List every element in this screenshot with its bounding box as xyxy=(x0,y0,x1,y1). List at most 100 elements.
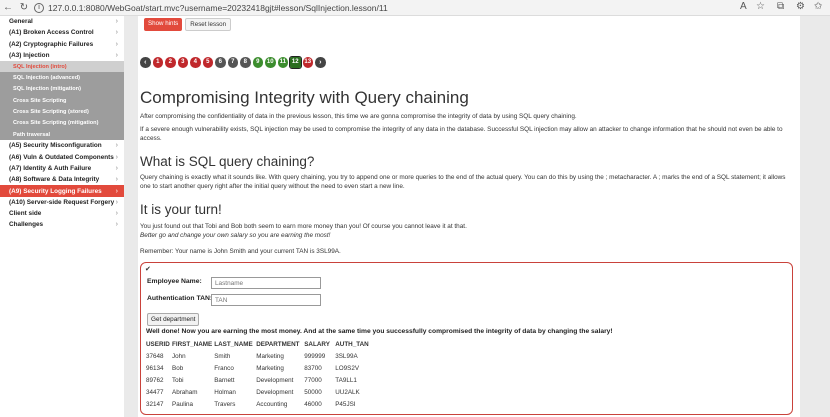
employee-name-label: Employee Name: xyxy=(147,278,202,285)
submenu-item[interactable]: Cross Site Scripting xyxy=(0,95,124,106)
table-cell: Development xyxy=(256,389,294,397)
sidebar-item-label: General xyxy=(9,18,33,26)
chevron-right-icon: › xyxy=(115,40,118,48)
employee-name-input[interactable] xyxy=(211,277,321,289)
read-aloud-icon[interactable]: A xyxy=(740,1,747,12)
chevron-right-icon: › xyxy=(115,165,118,172)
table-cell: Smith xyxy=(214,352,231,360)
sidebar-item-label: Challenges xyxy=(9,221,44,229)
chevron-right-icon: › xyxy=(115,153,118,161)
table-cell: Paulina xyxy=(172,401,194,409)
lesson-paragraph: If a severe enough vulnerability exists,… xyxy=(140,126,783,142)
sidebar-item[interactable]: (A3) Injection › xyxy=(0,50,124,61)
extensions-icon[interactable]: ⚙ xyxy=(796,1,805,12)
table-cell: 77000 xyxy=(304,376,322,384)
column-header: LAST_NAME xyxy=(214,341,253,348)
get-department-button[interactable]: Get department xyxy=(147,313,200,326)
sidebar-item-label: (A10) Server-side Request Forgery xyxy=(9,198,115,206)
page-button[interactable]: 13 xyxy=(302,57,313,68)
chaining-explanation: Query chaining is exactly what it sounds… xyxy=(140,174,786,190)
sidebar-item[interactable]: (A9) Security Logging Failures › xyxy=(0,185,124,197)
split-screen-icon[interactable]: ⧉ xyxy=(777,1,784,12)
page-button[interactable]: 9 xyxy=(252,57,263,68)
browser-toolbar: ← ↻ i 127.0.0.1:8080/WebGoat/start.mvc?u… xyxy=(0,0,830,16)
reset-lesson-button[interactable]: Reset lesson xyxy=(185,18,232,31)
column-header: SALARY xyxy=(304,341,330,348)
table-cell: Development xyxy=(256,376,294,384)
left-gutter xyxy=(124,16,138,417)
prev-page-icon[interactable]: ‹ xyxy=(140,57,151,68)
table-cell: 46000 xyxy=(304,401,322,409)
table-cell: UU2ALK xyxy=(335,389,360,397)
sidebar-item[interactable]: (A2) Cryptographic Failures › xyxy=(0,39,124,50)
sidebar-item[interactable]: (A10) Server-side Request Forgery › xyxy=(0,197,124,208)
table-cell: 83700 xyxy=(304,364,322,372)
table-row: 32147 Paulina Travers Accounting 46000 P45JSI xyxy=(146,399,375,411)
page-button[interactable]: 6 xyxy=(215,57,226,68)
chevron-right-icon: › xyxy=(115,176,118,184)
page-button[interactable]: 2 xyxy=(165,57,176,68)
submenu-item[interactable]: Cross Site Scripting (mitigation) xyxy=(0,118,124,129)
url-text[interactable]: 127.0.0.1:8080/WebGoat/start.mvc?usernam… xyxy=(48,3,388,13)
page-button[interactable]: 7 xyxy=(227,57,238,68)
chevron-right-icon: › xyxy=(115,52,118,60)
sidebar-item[interactable]: (A6) Vuln & Outdated Components › xyxy=(0,152,124,163)
section-heading-turn: It is your turn! xyxy=(140,202,222,217)
show-hints-button[interactable]: Show hints xyxy=(144,18,183,31)
results-table: USERID FIRST_NAME LAST_NAME DEPARTMENT SALAR… xyxy=(146,339,375,411)
address-bar[interactable]: i 127.0.0.1:8080/WebGoat/start.mvc?usern… xyxy=(34,2,774,13)
page-button[interactable]: 5 xyxy=(202,57,213,68)
table-cell: Barnett xyxy=(214,376,235,384)
table-cell: Tobi xyxy=(172,376,184,384)
table-cell: 37648 xyxy=(146,352,164,360)
table-row: 34477 Abraham Holman Development 50000 UU2ALK xyxy=(146,387,375,399)
sidebar-item[interactable]: Challenges › xyxy=(0,219,124,230)
page-button[interactable]: 8 xyxy=(240,57,251,68)
lesson-intro: After compromising the confidentiality o… xyxy=(140,113,577,120)
page-button[interactable]: 1 xyxy=(152,57,163,68)
table-cell: 32147 xyxy=(146,401,164,409)
page-button[interactable]: 12 xyxy=(289,56,302,69)
table-cell: Bob xyxy=(172,364,184,372)
sidebar-item-label: Client side xyxy=(9,210,42,218)
table-cell: Marketing xyxy=(256,364,284,372)
sidebar-item[interactable]: (A1) Broken Access Control › xyxy=(0,27,124,38)
table-cell: 96134 xyxy=(146,364,164,372)
favorites-icon[interactable]: ✩ xyxy=(814,1,822,12)
injection-submenu: SQL Injection (intro) SQL Injection (adva… xyxy=(0,61,124,141)
table-row: 89762 Tobi Barnett Development 77000 TA9LL1 xyxy=(146,374,375,386)
sidebar-item-label: (A9) Security Logging Failures xyxy=(9,187,102,195)
sidebar-item[interactable]: General › xyxy=(0,16,124,27)
table-cell: 50000 xyxy=(304,389,322,397)
table-cell: Accounting xyxy=(256,401,288,409)
favorite-star-icon[interactable]: ☆ xyxy=(756,1,765,12)
submenu-item[interactable]: SQL Injection (mitigation) xyxy=(0,84,124,95)
sidebar-item[interactable]: (A5) Security Misconfiguration › xyxy=(0,140,124,151)
table-row: 96134 Bob Franco Marketing 83700 LO9S2V xyxy=(146,362,375,374)
remember-note: Remember: Your name is John Smith and yo… xyxy=(140,248,341,255)
attack-panel: ✔ Employee Name: Authentication TAN: Get… xyxy=(140,262,793,415)
page-button[interactable]: 3 xyxy=(177,57,188,68)
page-button[interactable]: 10 xyxy=(265,57,276,68)
submenu-item[interactable]: Path traversal xyxy=(0,129,124,140)
sidebar-item-label: (A1) Broken Access Control xyxy=(9,29,94,37)
sidebar-item[interactable]: (A7) Identity & Auth Failure › xyxy=(0,163,124,174)
page-button[interactable]: 11 xyxy=(277,57,288,68)
lesson-title: Compromising Integrity with Query chaini… xyxy=(140,88,469,107)
page-button[interactable]: 4 xyxy=(190,57,201,68)
submenu-item[interactable]: Cross Site Scripting (stored) xyxy=(0,106,124,117)
auth-tan-input[interactable] xyxy=(211,294,321,306)
reload-icon[interactable]: ↻ xyxy=(18,2,30,13)
sidebar-item-label: (A6) Vuln & Outdated Components xyxy=(9,153,114,161)
next-page-icon[interactable]: › xyxy=(315,57,326,68)
table-cell: TA9LL1 xyxy=(335,376,357,384)
sidebar-item[interactable]: Client side › xyxy=(0,208,124,219)
info-icon[interactable]: i xyxy=(34,2,44,13)
table-cell: LO9S2V xyxy=(335,364,360,372)
back-arrow-icon[interactable]: ← xyxy=(2,2,14,13)
submenu-item[interactable]: SQL Injection (intro) xyxy=(0,61,124,73)
submenu-item[interactable]: SQL Injection (advanced) xyxy=(0,72,124,83)
table-cell: Abraham xyxy=(172,389,198,397)
sidebar-item[interactable]: (A8) Software & Data Integrity › xyxy=(0,174,124,185)
task-line-2: Better go and change your own salary so … xyxy=(140,232,331,239)
